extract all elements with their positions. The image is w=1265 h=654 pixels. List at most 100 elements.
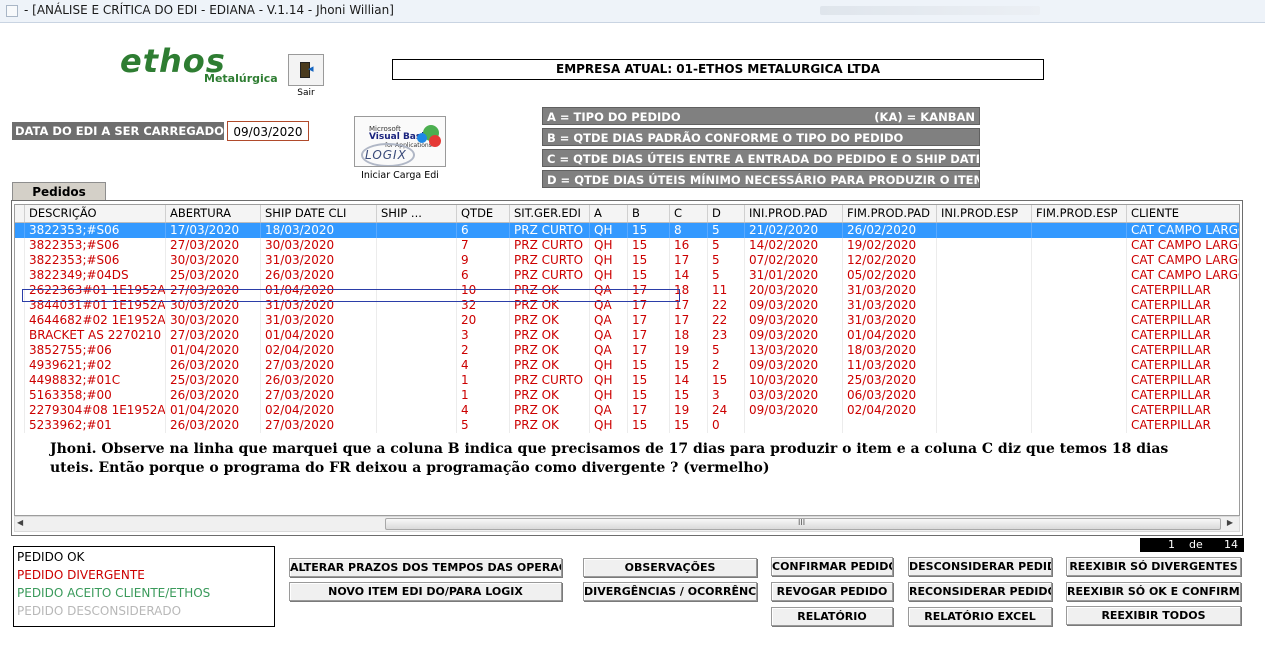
table-cell: 07/02/2020 xyxy=(745,253,843,268)
grid-column-header[interactable]: C xyxy=(670,205,708,222)
row-selector[interactable] xyxy=(15,343,25,358)
grid-column-header[interactable]: A xyxy=(590,205,628,222)
grid-column-header[interactable]: B xyxy=(628,205,670,222)
grid-column-header[interactable]: INI.PROD.PAD xyxy=(745,205,843,222)
table-cell: 3822353;#S06 xyxy=(25,223,166,238)
table-row[interactable]: 2279304#08 1E1952A 01/04/2020 02/04/2020 4 P… xyxy=(15,403,1239,418)
revogar-pedido-button[interactable]: REVOGAR PEDIDO xyxy=(771,582,893,601)
table-cell: PRZ CURTO xyxy=(510,223,590,238)
table-row[interactable]: 5163358;#00 26/03/2020 27/03/2020 1 PRZ OK QH… xyxy=(15,388,1239,403)
table-row[interactable]: 3822349;#04DS 25/03/2020 26/03/2020 6 PRZ CU… xyxy=(15,268,1239,283)
iniciar-carga-button[interactable]: Microsoft Visual Basic for Applications … xyxy=(354,116,446,167)
row-selector[interactable] xyxy=(15,373,25,388)
table-cell: CATERPILLAR xyxy=(1127,313,1239,328)
grid-column-header[interactable]: QTDE xyxy=(457,205,510,222)
divergencias-button[interactable]: DIVERGÊNCIAS / OCORRÊNCIAS xyxy=(583,582,757,601)
table-cell: 31/03/2020 xyxy=(261,298,377,313)
table-cell: 3 xyxy=(708,388,745,403)
table-cell: 14 xyxy=(670,268,708,283)
confirmar-pedido-button[interactable]: CONFIRMAR PEDIDO xyxy=(771,557,893,576)
row-selector[interactable] xyxy=(15,358,25,373)
table-cell: 26/03/2020 xyxy=(166,418,261,433)
iniciar-carga-label: Iniciar Carga Edi xyxy=(361,170,439,181)
table-row[interactable]: 5233962;#01 26/03/2020 27/03/2020 5 PRZ OK QH… xyxy=(15,418,1239,433)
reconsiderar-pedido-button[interactable]: RECONSIDERAR PEDIDO xyxy=(908,582,1052,601)
row-selector[interactable] xyxy=(15,388,25,403)
row-selector[interactable] xyxy=(15,403,25,418)
status-desconsiderado: PEDIDO DESCONSIDERADO xyxy=(17,604,182,618)
grid-column-header[interactable]: DESCRIÇÃO xyxy=(25,205,166,222)
row-selector[interactable] xyxy=(15,253,25,268)
grid-column-header[interactable]: ABERTURA xyxy=(166,205,261,222)
grid-horizontal-scrollbar[interactable]: ◀ III ▶ xyxy=(14,516,1240,532)
table-cell: 1 xyxy=(457,388,510,403)
reexibir-todos-button[interactable]: REEXIBIR TODOS xyxy=(1066,606,1241,625)
table-cell: 17 xyxy=(628,343,670,358)
grid-column-header[interactable]: FIM.PROD.ESP xyxy=(1032,205,1127,222)
grid-column-header[interactable]: SHIP DATE CLI xyxy=(261,205,377,222)
tab-pedidos[interactable]: Pedidos xyxy=(12,182,106,201)
grid-column-header[interactable]: SHIP ... xyxy=(377,205,457,222)
table-cell: CAT CAMPO LARGO xyxy=(1127,268,1239,283)
observacoes-button[interactable]: OBSERVAÇÕES xyxy=(583,558,757,577)
table-cell: 31/03/2020 xyxy=(261,313,377,328)
table-cell: PRZ OK xyxy=(510,298,590,313)
table-cell: PRZ CURTO xyxy=(510,238,590,253)
table-row[interactable]: 3844031#01 1E1952A 30/03/2020 31/03/2020 32… xyxy=(15,298,1239,313)
table-row[interactable]: 3822353;#S06 30/03/2020 31/03/2020 9 PRZ CUR… xyxy=(15,253,1239,268)
row-selector[interactable] xyxy=(15,328,25,343)
table-row[interactable]: 4644682#02 1E1952A 30/03/2020 31/03/2020 20… xyxy=(15,313,1239,328)
table-cell: 19/02/2020 xyxy=(843,238,937,253)
relatorio-button[interactable]: RELATÓRIO xyxy=(771,607,893,626)
table-cell xyxy=(745,418,843,433)
table-cell: QH xyxy=(590,373,628,388)
novo-item-button[interactable]: NOVO ITEM EDI DO/PARA LOGIX xyxy=(289,582,562,601)
scroll-thumb[interactable]: III xyxy=(385,518,1221,530)
table-row[interactable]: BRACKET AS 2270210 27/03/2020 01/04/2020 3 P… xyxy=(15,328,1239,343)
grid-column-header[interactable]: INI.PROD.ESP xyxy=(937,205,1032,222)
row-selector[interactable] xyxy=(15,238,25,253)
row-selector[interactable] xyxy=(15,313,25,328)
table-cell: QH xyxy=(590,388,628,403)
relatorio-excel-button[interactable]: RELATÓRIO EXCEL xyxy=(908,607,1052,626)
table-cell xyxy=(937,403,1032,418)
table-row[interactable]: 3852755;#06 01/04/2020 02/04/2020 2 PRZ OK QA… xyxy=(15,343,1239,358)
table-cell: 01/04/2020 xyxy=(261,283,377,298)
table-row[interactable]: 2622363#01 1E1952A 27/03/2020 01/04/2020 10… xyxy=(15,283,1239,298)
edi-date-input[interactable]: 09/03/2020 xyxy=(227,121,309,141)
exit-arrow-icon: ◂ xyxy=(308,62,314,75)
grid-column-header[interactable]: FIM.PROD.PAD xyxy=(843,205,937,222)
table-row[interactable]: 3822353;#S06 17/03/2020 18/03/2020 6 PRZ CUR… xyxy=(15,223,1239,238)
table-cell: 27/03/2020 xyxy=(261,388,377,403)
table-cell xyxy=(937,253,1032,268)
table-row[interactable]: 3822353;#S06 27/03/2020 30/03/2020 7 PRZ CUR… xyxy=(15,238,1239,253)
alterar-prazos-button[interactable]: ALTERAR PRAZOS DOS TEMPOS DAS OPERAÇÕES xyxy=(289,558,562,577)
table-cell xyxy=(937,313,1032,328)
grid-column-header[interactable]: D xyxy=(708,205,745,222)
table-cell: 31/03/2020 xyxy=(843,283,937,298)
desconsiderar-pedido-button[interactable]: DESCONSIDERAR PEDIDO xyxy=(908,557,1052,576)
scroll-right-icon[interactable]: ▶ xyxy=(1227,518,1233,527)
table-row[interactable]: 4939621;#02 26/03/2020 27/03/2020 4 PRZ OK QH… xyxy=(15,358,1239,373)
row-selector[interactable] xyxy=(15,283,25,298)
table-cell xyxy=(937,358,1032,373)
sair-button[interactable]: ◂ xyxy=(288,54,324,86)
scroll-left-icon[interactable]: ◀ xyxy=(17,518,23,527)
table-row[interactable]: 4498832;#01C 25/03/2020 26/03/2020 1 PRZ CUR… xyxy=(15,373,1239,388)
table-cell: 30/03/2020 xyxy=(166,313,261,328)
row-selector[interactable] xyxy=(15,223,25,238)
row-selector[interactable] xyxy=(15,298,25,313)
legend-b: B = QTDE DIAS PADRÃO CONFORME O TIPO DO … xyxy=(542,128,980,146)
reexibir-ok-button[interactable]: REEXIBIR SÓ OK E CONFIRMADO xyxy=(1066,582,1241,601)
row-selector[interactable] xyxy=(15,268,25,283)
table-cell: BRACKET AS 2270210 xyxy=(25,328,166,343)
row-selector[interactable] xyxy=(15,418,25,433)
scroll-grip: III xyxy=(798,518,806,527)
table-cell xyxy=(937,388,1032,403)
grid-column-header[interactable]: SIT.GER.EDI xyxy=(510,205,590,222)
table-cell xyxy=(937,268,1032,283)
reexibir-divergentes-button[interactable]: REEXIBIR SÓ DIVERGENTES xyxy=(1066,557,1241,576)
app-icon xyxy=(6,5,18,17)
table-cell: 09/03/2020 xyxy=(745,403,843,418)
grid-column-header[interactable]: CLIENTE xyxy=(1127,205,1239,222)
